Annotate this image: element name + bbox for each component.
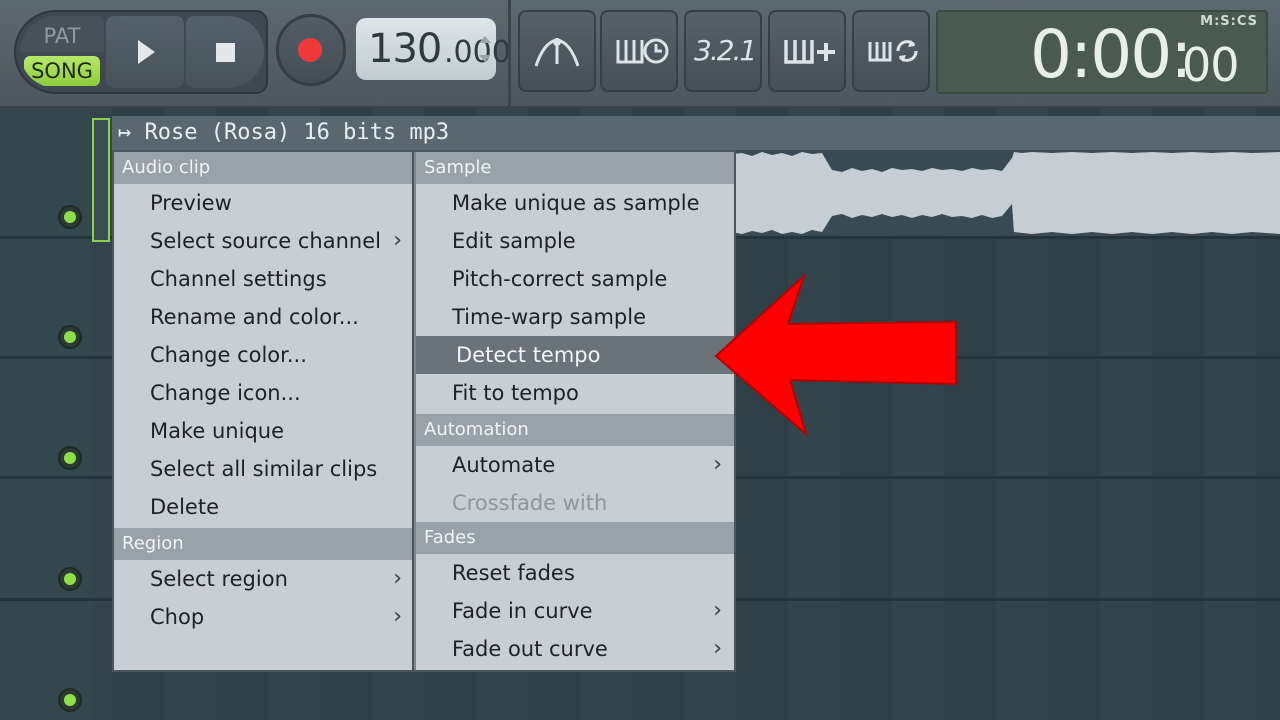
menu-item-automate[interactable]: Automate › — [416, 446, 734, 484]
menu-item-pitch-correct-sample[interactable]: Pitch-correct sample — [416, 260, 734, 298]
menu-item-change-icon[interactable]: Change icon... — [114, 374, 414, 412]
clip-title: Rose (Rosa) 16 bits mp3 — [144, 120, 450, 145]
track-mute-led[interactable] — [60, 569, 80, 589]
red-arrow-annotation-icon — [714, 272, 957, 437]
time-centiseconds: 00 — [1182, 38, 1240, 92]
menu-item-fit-to-tempo[interactable]: Fit to tempo — [416, 374, 734, 412]
menu-section-automation: Automation — [416, 414, 734, 446]
menu-item-detect-tempo[interactable]: Detect tempo — [416, 336, 734, 374]
menu-item-change-color[interactable]: Change color... — [114, 336, 414, 374]
menu-item-time-warp-sample[interactable]: Time-warp sample — [416, 298, 734, 336]
tempo-spinner-icon[interactable] — [478, 32, 492, 66]
audio-waveform — [732, 150, 1280, 236]
menu-item-preview[interactable]: Preview — [114, 184, 414, 222]
menu-item-crossfade-with: Crossfade with — [452, 491, 608, 515]
menu-item-label: Automate — [452, 453, 556, 477]
wait-for-input-button[interactable] — [600, 10, 678, 92]
menu-item-edit-sample[interactable]: Edit sample — [416, 222, 734, 260]
chevron-right-icon: › — [393, 604, 402, 629]
countdown-icon: 3.2.1 — [694, 34, 757, 67]
record-icon — [298, 38, 322, 62]
main-toolbar: PAT SONG 130 .000 3.2.1 M:S:CS 0:00: 00 — [0, 0, 1280, 108]
loop-record-icon — [868, 40, 918, 62]
time-format-label: M:S:CS — [1200, 14, 1258, 29]
track-mute-led[interactable] — [60, 207, 80, 227]
metronome-icon — [534, 38, 580, 67]
menu-item-make-unique[interactable]: Make unique — [114, 412, 414, 450]
track-mute-led[interactable] — [60, 448, 80, 468]
audio-clip-header[interactable]: ↦ Rose (Rosa) 16 bits mp3 — [112, 116, 1280, 150]
fl-studio-window: PAT SONG 130 .000 3.2.1 M:S:CS 0:00: 00 … — [0, 0, 1280, 720]
clip-context-menu: Audio clip Preview Select source channel… — [114, 152, 414, 670]
menu-item-delete[interactable]: Delete — [114, 488, 414, 526]
menu-item-label: Chop — [150, 605, 205, 629]
chevron-right-icon: › — [713, 598, 722, 623]
track-mute-led[interactable] — [60, 690, 80, 710]
play-icon — [138, 40, 155, 64]
track-header-column — [0, 108, 90, 720]
menu-item-reset-fades[interactable]: Reset fades — [416, 554, 734, 592]
menu-section-fades: Fades — [416, 522, 734, 554]
step-edit-button[interactable] — [768, 10, 846, 92]
chevron-right-icon: › — [713, 636, 722, 661]
stop-button[interactable] — [186, 16, 264, 88]
metronome-button[interactable] — [518, 10, 596, 92]
chevron-right-icon: › — [393, 566, 402, 591]
menu-item-make-unique-as-sample[interactable]: Make unique as sample — [416, 184, 734, 222]
pat-mode-button[interactable]: PAT — [20, 16, 104, 52]
menu-section-sample: Sample — [416, 152, 734, 184]
menu-item-select-all-similar-clips[interactable]: Select all similar clips — [114, 450, 414, 488]
menu-section-region: Region — [114, 528, 414, 560]
clip-context-menu-sample-column: Sample Make unique as sample Edit sample… — [414, 152, 734, 670]
song-mode-button[interactable]: SONG — [24, 56, 100, 86]
record-button[interactable] — [276, 14, 346, 86]
menu-item-label: Fade out curve — [452, 637, 608, 661]
transport-controls: PAT SONG — [14, 10, 268, 94]
tempo-field[interactable]: 130 .000 — [356, 18, 511, 80]
menu-item-label: Select source channel — [150, 229, 381, 253]
time-minutes-seconds: 0:00: — [1030, 16, 1192, 93]
song-time-display[interactable]: M:S:CS 0:00: 00 — [936, 10, 1268, 94]
menu-item-label: Fade in curve — [452, 599, 593, 623]
menu-item-fade-in-curve[interactable]: Fade in curve › — [416, 592, 734, 630]
wait-record-icon — [616, 38, 669, 64]
menu-item-select-region[interactable]: Select region › — [114, 560, 414, 598]
pat-song-switch[interactable]: PAT SONG — [20, 16, 104, 88]
menu-item-rename-and-color[interactable]: Rename and color... — [114, 298, 414, 336]
menu-section-audio-clip: Audio clip — [114, 152, 414, 184]
clip-arrow-icon: ↦ — [118, 120, 132, 145]
chevron-right-icon: › — [713, 452, 722, 477]
toolbar-divider — [508, 0, 511, 106]
menu-item-select-source-channel[interactable]: Select source channel › — [114, 222, 414, 260]
menu-item-chop[interactable]: Chop › — [114, 598, 414, 636]
clip-selection-marker[interactable] — [92, 118, 110, 242]
menu-item-fade-out-curve[interactable]: Fade out curve › — [416, 630, 734, 668]
loop-record-button[interactable] — [852, 10, 930, 92]
countdown-button[interactable]: 3.2.1 — [684, 10, 762, 92]
tempo-integer: 130 — [368, 26, 442, 72]
menu-item-label: Select region — [150, 567, 288, 591]
step-edit-icon — [784, 40, 835, 64]
stop-icon — [216, 43, 235, 62]
track-mute-led[interactable] — [60, 327, 80, 347]
menu-item-channel-settings[interactable]: Channel settings — [114, 260, 414, 298]
play-button[interactable] — [106, 16, 184, 88]
chevron-right-icon: › — [393, 228, 402, 253]
